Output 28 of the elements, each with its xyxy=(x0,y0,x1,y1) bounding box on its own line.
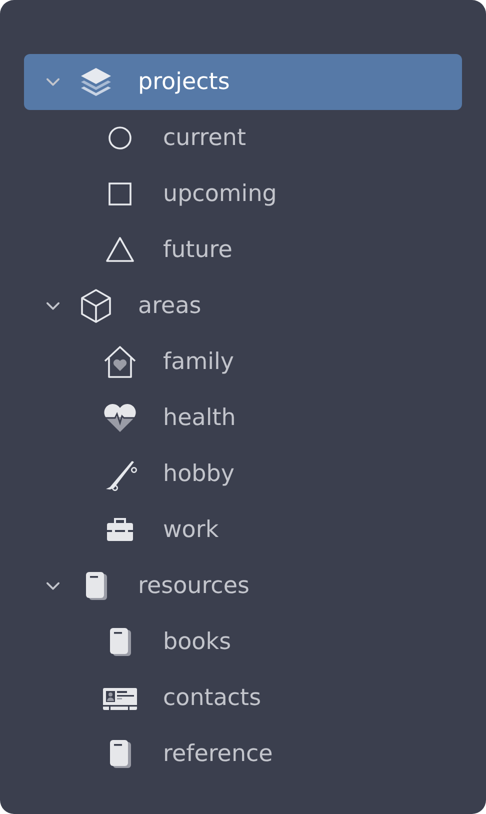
tree-item[interactable]: resources xyxy=(24,558,462,614)
tree-item-label: future xyxy=(163,237,232,263)
tree-item[interactable]: work xyxy=(24,502,462,558)
tree-item-label: health xyxy=(163,405,236,431)
tree-item[interactable]: hobby xyxy=(24,446,462,502)
house-heart-icon xyxy=(102,344,138,380)
tree-item[interactable]: health xyxy=(24,390,462,446)
tree-item-label: hobby xyxy=(163,461,234,487)
tree-item[interactable]: current xyxy=(24,110,462,166)
cube-icon xyxy=(78,288,114,324)
tree-item-label: current xyxy=(163,125,246,151)
tree-item-label: work xyxy=(163,517,219,543)
tree-item[interactable]: contacts xyxy=(24,670,462,726)
tree-item-label: upcoming xyxy=(163,181,277,207)
tree-item-label: contacts xyxy=(163,685,262,711)
tree-item[interactable]: future xyxy=(24,222,462,278)
tree-item-label: projects xyxy=(138,69,230,95)
tree-item[interactable]: books xyxy=(24,614,462,670)
tree-item-label: resources xyxy=(138,573,250,599)
tree-item[interactable]: family xyxy=(24,334,462,390)
tree-item-label: areas xyxy=(138,293,202,319)
tree-item[interactable]: areas xyxy=(24,278,462,334)
tree-item-label: reference xyxy=(163,741,273,767)
tree-item[interactable]: reference xyxy=(24,726,462,782)
tree-item-label: books xyxy=(163,629,232,655)
tree-item[interactable]: upcoming xyxy=(24,166,462,222)
tree-item-label: family xyxy=(163,349,234,375)
tree-item[interactable]: projects xyxy=(24,54,462,110)
